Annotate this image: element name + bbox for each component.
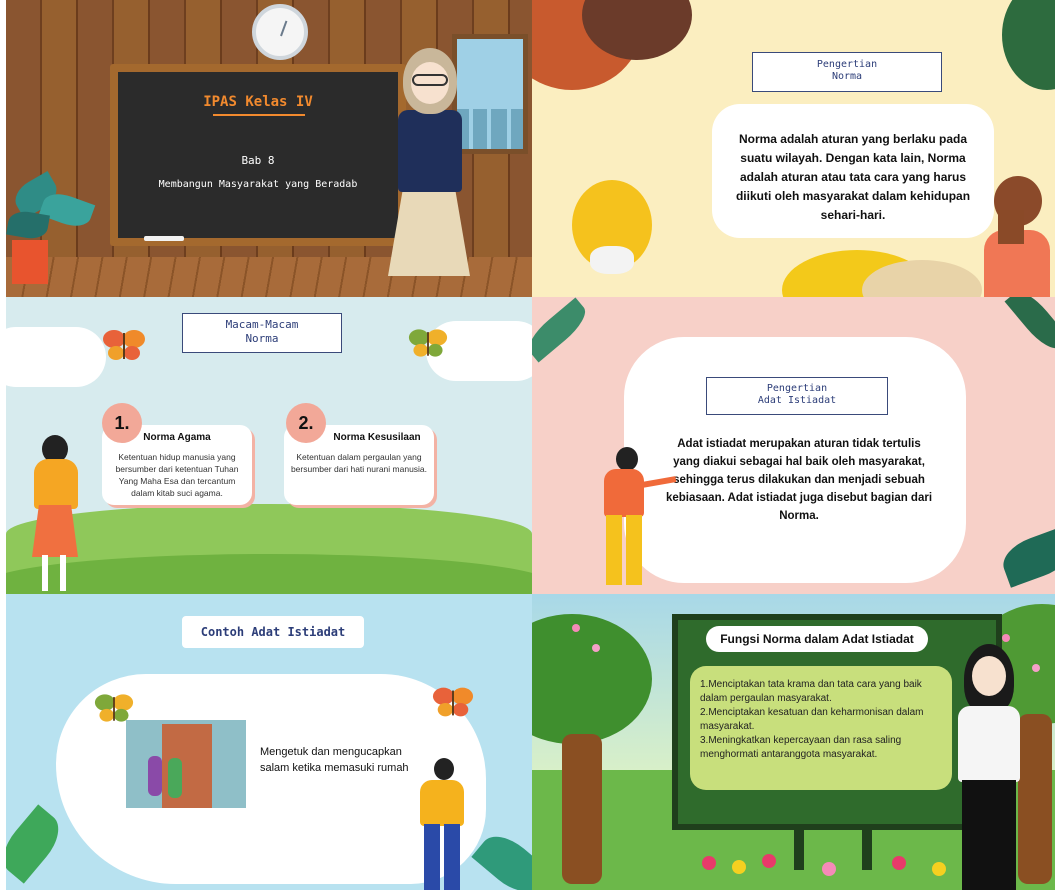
man-pointing-illustration [604,469,644,517]
board-stand [862,830,872,870]
leaf-icon [6,804,69,884]
slide-macam-norma: Macam-Macam Norma Norma Agama Ketentuan … [6,297,532,594]
label-line: Pengertian [816,59,878,70]
norma-desc: Ketentuan hidup manusia yang bersumber d… [115,452,239,498]
title-underline [213,114,305,116]
example-text: Mengetuk dan mengucapkan salam ketika me… [260,744,409,776]
chapter-subtitle: Membangun Masyarakat yang Beradab [158,179,358,190]
butterfly-icon [103,330,145,360]
definition-card: Norma adalah aturan yang berlaku pada su… [712,104,994,238]
teacher-face [972,656,1006,696]
woman-skirt [32,505,78,557]
slide-title: IPAS Kelas IV [203,94,313,110]
function-list: 1.Menciptakan tata krama dan tata cara y… [690,666,952,790]
slide-ipas-title: IPAS Kelas IV Bab 8 Membangun Masyarakat… [6,0,532,297]
tree-trunk [1018,714,1052,884]
woman-illustration [34,459,78,509]
slide-contoh-adat: Contoh Adat Istiadat Mengetuk dan menguc… [6,594,532,890]
door-scene-illustration [126,720,246,808]
section-label: Pengertian Norma [752,52,942,92]
section-label: Pengertian Adat Istiadat [706,377,888,415]
cloud-decor [6,327,106,387]
slide-pengertian-norma: Pengertian Norma Norma adalah aturan yan… [532,0,1055,297]
man-leg [424,824,440,890]
label-line: Norma [831,71,863,82]
man-leg [626,515,642,585]
teacher-jacket [398,110,462,192]
man-illustration [420,780,464,826]
board-stand [794,830,804,870]
flower-icon [702,856,716,870]
giraffe-mouth [590,246,634,274]
child-illustration [148,756,162,796]
example-line: salam ketika memasuki rumah [260,762,409,774]
butterfly-icon [408,329,448,357]
chalk-icon [144,236,184,241]
section-label: Contoh Adat Istiadat [182,616,364,648]
tree-trunk [562,734,602,884]
man-hair [434,758,454,780]
function-item: 2.Menciptakan kesatuan dan keharmonisan … [700,707,924,732]
number-badge: 1. [102,403,142,443]
leaf-icon [532,297,593,363]
teacher-blouse [958,706,1020,782]
label-line: Macam-Macam [225,318,299,331]
number-badge: 2. [286,403,326,443]
example-line: Mengetuk dan mengucapkan [260,746,402,758]
teacher-trousers [962,780,1016,890]
board-title: Fungsi Norma dalam Adat Istiadat [706,626,928,652]
woman-leg [42,555,48,591]
norma-desc: Ketentuan dalam pergaulan yang bersumber… [290,452,428,474]
slide-pengertian-adat: Pengertian Adat Istiadat Adat istiadat m… [532,297,1055,594]
woman-leg [60,555,66,591]
function-item: 3.Meningkatkan kepercayaan dan rasa sali… [700,735,902,760]
man-leg [444,824,460,890]
decor-blob [1002,0,1055,90]
chapter-label: Bab 8 [241,154,275,167]
label-line: Norma [245,332,279,345]
chalkboard: IPAS Kelas IV Bab 8 Membangun Masyarakat… [118,72,398,238]
section-label: Macam-Macam Norma [182,313,342,353]
label-line: Pengertian [766,383,828,394]
label-line: Adat Istiadat [757,395,837,406]
slide-fungsi-norma: Fungsi Norma dalam Adat Istiadat 1.Menci… [532,594,1055,890]
leaf-icon [997,526,1055,588]
glasses-icon [412,74,448,86]
child-illustration [168,758,182,798]
man-leg [606,515,622,585]
book-icon [998,210,1024,244]
leaf-icon [1004,297,1055,356]
plant-pot [12,240,48,284]
function-item: 1.Menciptakan tata krama dan tata cara y… [700,679,922,704]
butterfly-icon [432,687,474,717]
window-illustration [452,34,528,154]
definition-text: Norma adalah aturan yang berlaku pada su… [735,132,971,222]
definition-text: Adat istiadat merupakan aturan tidak ter… [665,438,933,522]
clock-icon [252,4,308,60]
man-hair [616,447,638,471]
